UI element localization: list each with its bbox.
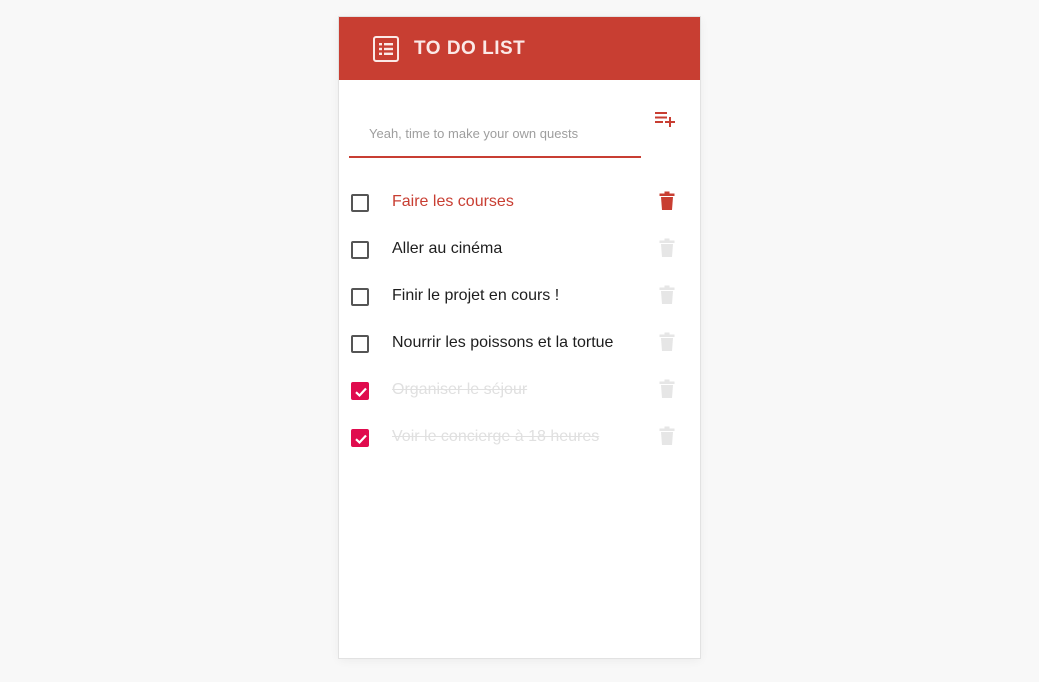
delete-task-button[interactable] <box>659 379 675 399</box>
task-item: Nourrir les poissons et la tortue <box>339 320 700 367</box>
task-item: Faire les courses <box>339 179 700 226</box>
task-label[interactable]: Nourrir les poissons et la tortue <box>392 334 613 352</box>
task-checkbox[interactable] <box>351 241 369 259</box>
add-task-button[interactable] <box>653 109 677 129</box>
task-checkbox[interactable] <box>351 335 369 353</box>
new-task-row <box>339 80 700 190</box>
task-checkbox[interactable] <box>351 194 369 212</box>
check-icon <box>355 434 367 445</box>
task-label[interactable]: Aller au cinéma <box>392 240 502 258</box>
new-task-input[interactable] <box>349 110 641 156</box>
trash-icon <box>659 379 675 398</box>
task-item: Organiser le séjour <box>339 367 700 414</box>
task-item: Voir le concierge à 18 heures <box>339 414 700 461</box>
task-label[interactable]: Organiser le séjour <box>392 381 527 399</box>
task-item: Finir le projet en cours ! <box>339 273 700 320</box>
task-checkbox[interactable] <box>351 382 369 400</box>
trash-icon <box>659 238 675 257</box>
app-title: TO DO LIST <box>414 37 526 59</box>
task-label[interactable]: Finir le projet en cours ! <box>392 287 559 305</box>
task-list: Faire les courses Aller au cinéma Finir le… <box>339 179 700 461</box>
task-item: Aller au cinéma <box>339 226 700 273</box>
list-icon <box>373 35 399 62</box>
trash-icon <box>659 191 675 210</box>
check-icon <box>355 387 367 398</box>
delete-task-button[interactable] <box>659 426 675 446</box>
delete-task-button[interactable] <box>659 285 675 305</box>
trash-icon <box>659 332 675 351</box>
playlist-add-icon <box>655 112 675 127</box>
new-task-field <box>349 110 641 158</box>
delete-task-button[interactable] <box>659 332 675 352</box>
task-checkbox[interactable] <box>351 429 369 447</box>
task-label[interactable]: Faire les courses <box>392 193 514 211</box>
trash-icon <box>659 285 675 304</box>
trash-icon <box>659 426 675 445</box>
task-checkbox[interactable] <box>351 288 369 306</box>
task-label[interactable]: Voir le concierge à 18 heures <box>392 428 599 446</box>
todo-card: TO DO LIST Faire les courses Aller au cin… <box>339 17 700 658</box>
delete-task-button[interactable] <box>659 238 675 258</box>
app-header: TO DO LIST <box>339 17 700 80</box>
delete-task-button[interactable] <box>659 191 675 211</box>
